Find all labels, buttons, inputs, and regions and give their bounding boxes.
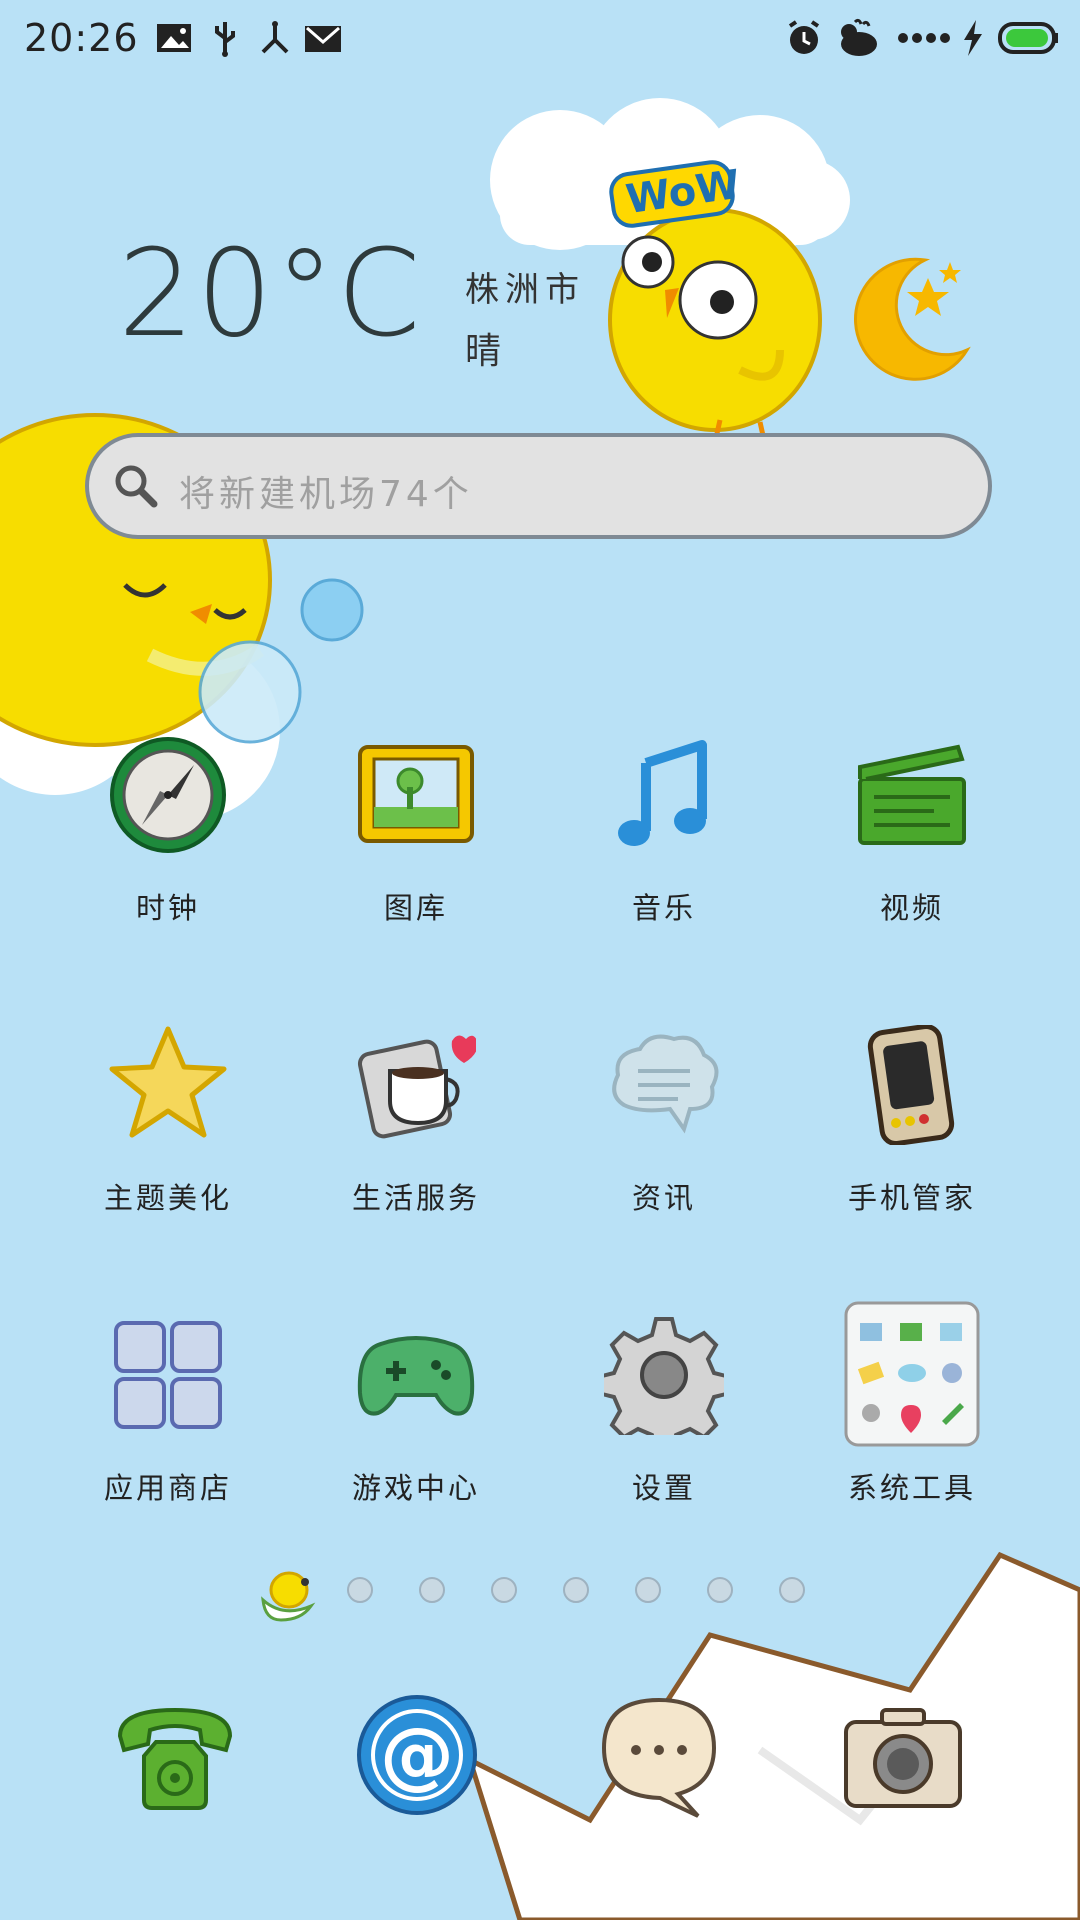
search-input[interactable]: 将新建机场74个 [179, 465, 473, 517]
camera-icon [844, 1708, 962, 1808]
clock-icon [110, 737, 226, 853]
app-label: 手机管家 [847, 1181, 976, 1215]
app-label: 应用商店 [103, 1471, 232, 1505]
music-icon [618, 740, 707, 846]
status-bar: 20:26 [0, 0, 1080, 76]
gear-icon [604, 1317, 724, 1435]
app-label: 音乐 [631, 891, 696, 925]
page-dot[interactable] [635, 1577, 661, 1603]
svg-text:@: @ [380, 1712, 454, 1798]
charging-icon [964, 20, 982, 56]
video-icon [858, 744, 966, 845]
status-time: 20:26 [24, 16, 139, 60]
bird-icon [841, 18, 877, 56]
app-game-center[interactable]: 游戏中心 [306, 1315, 526, 1515]
gallery-icon [358, 745, 474, 843]
app-phone-manager[interactable]: 手机管家 [802, 1025, 1022, 1225]
search-bar[interactable]: 将新建机场74个 [85, 433, 992, 539]
email-at-icon: @ [357, 1695, 477, 1815]
phone-icon [117, 1707, 233, 1810]
app-system-tools[interactable]: 系统工具 [802, 1301, 1022, 1515]
share-icon [261, 21, 289, 54]
coffee-icon [357, 1035, 476, 1139]
app-theme[interactable]: 主题美化 [58, 1025, 278, 1225]
alarm-icon [788, 20, 820, 54]
mail-icon [305, 26, 341, 52]
app-store[interactable]: 应用商店 [58, 1315, 278, 1515]
weather-temperature[interactable]: 20°C [118, 235, 422, 355]
moon-decor [854, 257, 971, 381]
weather-city[interactable]: 株洲市 [465, 262, 585, 311]
star-icon [109, 1026, 227, 1138]
app-video[interactable]: 视频 [802, 735, 1022, 935]
gamepad-icon [357, 1336, 475, 1416]
dock-messages[interactable] [594, 1690, 724, 1820]
search-icon [115, 465, 158, 508]
dock-phone[interactable] [110, 1690, 240, 1820]
page-dot[interactable] [779, 1577, 805, 1603]
app-label: 时钟 [135, 891, 200, 925]
app-label: 资讯 [631, 1181, 696, 1215]
dock-email[interactable]: @ [352, 1690, 482, 1820]
news-cloud-icon [612, 1034, 719, 1134]
app-label: 视频 [879, 891, 944, 925]
usb-icon [215, 22, 235, 57]
current-page-bird-icon [261, 1571, 316, 1622]
signal-dots-icon [898, 33, 950, 43]
page-dot[interactable] [563, 1577, 589, 1603]
app-news[interactable]: 资讯 [554, 1025, 774, 1225]
page-dot[interactable] [707, 1577, 733, 1603]
app-clock[interactable]: 时钟 [58, 735, 278, 935]
app-label: 主题美化 [103, 1181, 232, 1215]
app-music[interactable]: 音乐 [554, 735, 774, 935]
dock-camera[interactable] [838, 1690, 968, 1820]
app-label: 设置 [631, 1471, 696, 1505]
battery-icon [998, 22, 1058, 54]
app-label: 生活服务 [351, 1181, 480, 1215]
phone-manager-icon [867, 1025, 955, 1145]
weather-condition[interactable]: 晴 [465, 322, 501, 374]
app-life-service[interactable]: 生活服务 [306, 1025, 526, 1225]
app-label: 游戏中心 [351, 1471, 480, 1505]
page-dot[interactable] [491, 1577, 517, 1603]
app-label: 图库 [383, 891, 448, 925]
mountain-decor [465, 1551, 1080, 1920]
app-label: 系统工具 [847, 1471, 976, 1505]
app-settings[interactable]: 设置 [554, 1315, 774, 1515]
image-icon [157, 24, 191, 52]
message-icon [601, 1697, 717, 1818]
page-dot[interactable] [419, 1577, 445, 1603]
page-dot[interactable] [347, 1577, 373, 1603]
app-gallery[interactable]: 图库 [306, 735, 526, 935]
tools-folder-icon [844, 1301, 980, 1447]
app-store-icon [114, 1321, 222, 1429]
